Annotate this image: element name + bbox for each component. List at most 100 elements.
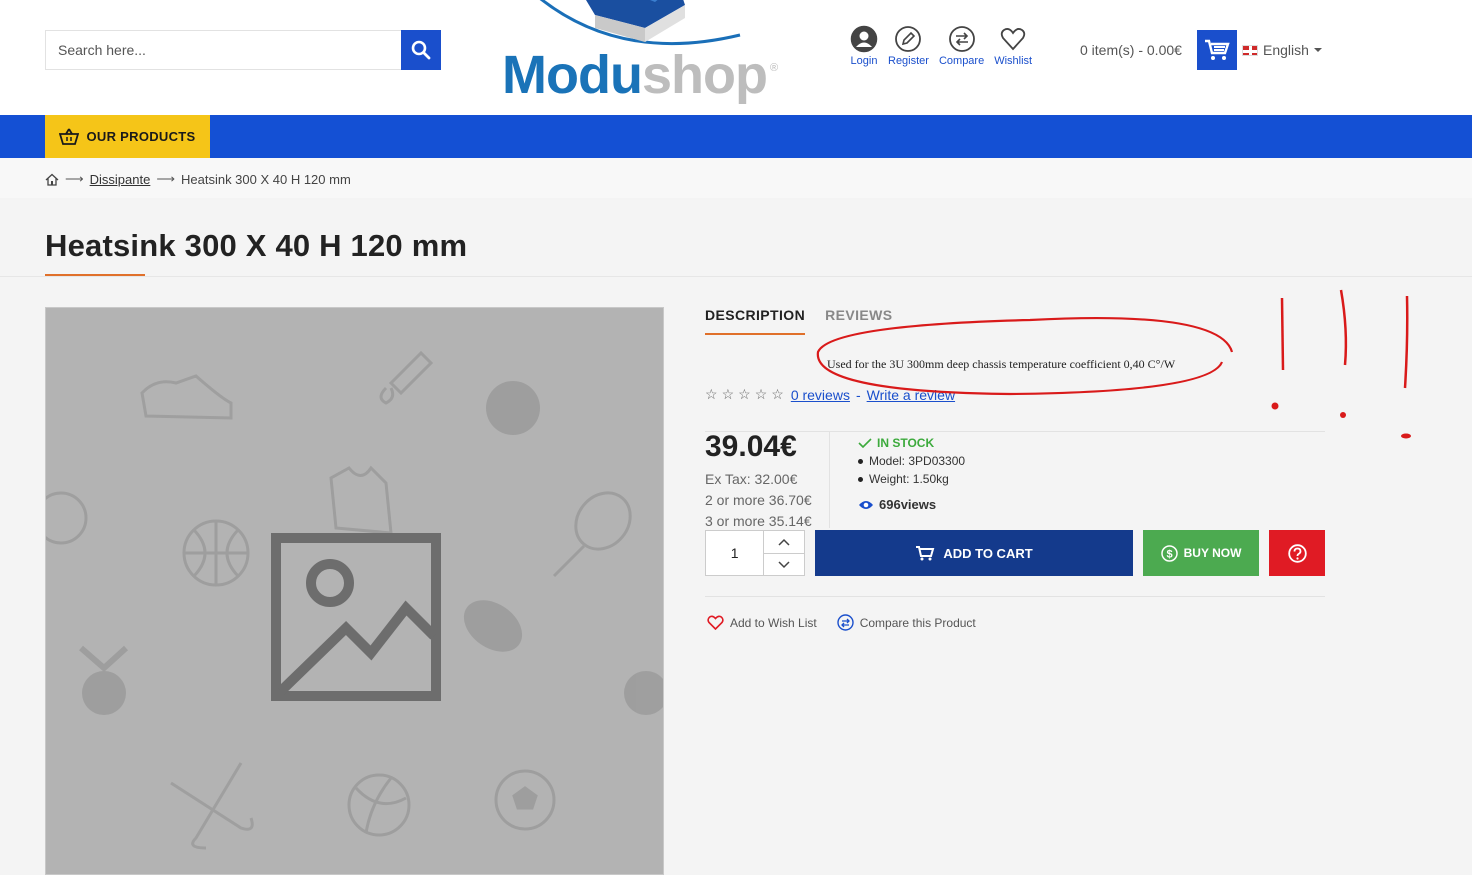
chevron-down-icon: [778, 560, 790, 568]
tab-reviews[interactable]: REVIEWS: [825, 307, 892, 335]
write-review-link[interactable]: Write a review: [867, 387, 955, 403]
compare-icon: [837, 614, 854, 631]
star-icon: ☆: [771, 386, 785, 402]
price-notes: Ex Tax: 32.00€ 2 or more 36.70€ 3 or mor…: [705, 469, 812, 532]
quantity-increase-button[interactable]: [764, 531, 804, 553]
account-links: Login Register Compare Wishlist: [850, 25, 1032, 67]
add-to-wishlist-link[interactable]: Add to Wish List: [707, 614, 817, 631]
logo-part-modu: Modu: [502, 45, 643, 105]
image-placeholder-icon: [271, 533, 441, 701]
breadcrumb-bar: ⟶ Dissipante ⟶ Heatsink 300 X 40 H 120 m…: [0, 158, 1472, 198]
add-to-cart-button[interactable]: ADD TO CART: [815, 530, 1133, 576]
compare-link[interactable]: Compare: [939, 25, 984, 67]
sports-pattern-placeholder: [46, 350, 663, 850]
star-icon: ☆: [721, 386, 736, 402]
reviews-link[interactable]: 0 reviews: [791, 387, 850, 403]
stock-label: IN STOCK: [877, 436, 935, 450]
check-icon: [858, 438, 872, 448]
bullet: [858, 458, 863, 464]
product-description: Used for the 3U 300mm deep chassis tempe…: [827, 357, 1176, 371]
product-price: 39.04€: [705, 430, 797, 463]
tab-description[interactable]: DESCRIPTION: [705, 307, 806, 335]
quantity-buttons: [764, 531, 804, 575]
main-navbar: OUR PRODUCTS: [0, 115, 1472, 158]
star-icon: ☆: [738, 386, 752, 402]
wishlist-link[interactable]: Wishlist: [994, 25, 1032, 67]
dollar-icon: $: [1160, 544, 1178, 562]
cart-icon: [916, 546, 935, 561]
product-extra-links: Add to Wish List Compare this Product: [707, 614, 976, 631]
breadcrumb: ⟶ Dissipante ⟶ Heatsink 300 X 40 H 120 m…: [45, 171, 351, 187]
cart-summary[interactable]: 0 item(s) - 0.00€: [1080, 42, 1182, 58]
quantity-decrease-button[interactable]: [764, 553, 804, 575]
model-row: Model: 3PD03300: [858, 452, 965, 470]
cart-button[interactable]: [1197, 30, 1237, 70]
stock-status: IN STOCK: [858, 434, 965, 452]
basket-icon: [59, 128, 80, 145]
home-icon[interactable]: [45, 173, 59, 186]
jersey-icon: [329, 465, 393, 535]
breadcrumb-current: Heatsink 300 X 40 H 120 mm: [180, 171, 351, 187]
logo-registered-mark: ®: [770, 62, 779, 74]
breadcrumb-category-link[interactable]: Dissipante: [90, 172, 151, 187]
heart-icon: [1000, 28, 1026, 51]
compare-label: Compare: [938, 55, 985, 67]
weight-row: Weight: 1.50kg: [858, 470, 965, 488]
title-underline: [45, 274, 145, 276]
site-logo[interactable]: Modushop ®: [495, 0, 795, 115]
buy-now-button[interactable]: $ BUY NOW: [1143, 530, 1259, 576]
bullet: [858, 476, 863, 482]
register-link[interactable]: Register: [888, 25, 929, 67]
racket-icon: [46, 491, 88, 545]
search-input[interactable]: [45, 30, 401, 70]
buy-now-label: BUY NOW: [1183, 546, 1242, 560]
price-discount-3: 3 or more 35.14€: [705, 513, 812, 529]
shoe-icon: [140, 374, 233, 420]
view-count: 696views: [858, 497, 936, 512]
page-title: Heatsink 300 X 40 H 120 mm: [45, 228, 468, 263]
search-bar: [45, 30, 441, 70]
chevron-down-icon: [1313, 48, 1322, 52]
annotation-exclamation-dot: [1401, 433, 1411, 439]
price-ex-tax: Ex Tax: 32.00€: [705, 471, 798, 487]
product-model: Model: 3PD03300: [869, 454, 966, 468]
football-icon: [463, 600, 523, 652]
product-weight: Weight: 1.50kg: [869, 472, 949, 486]
compare-product-link[interactable]: Compare this Product: [837, 614, 976, 631]
product-rating: ☆ ☆ ☆ ☆ ☆ 0 reviews - Write a review: [705, 386, 955, 403]
breadcrumb-arrow: ⟶: [65, 171, 84, 186]
annotation-exclamation-line: [1403, 295, 1409, 389]
hockey-sticks-icon: [170, 762, 254, 850]
quantity-input[interactable]: 1: [706, 531, 765, 575]
annotation-exclamation-dot: [1340, 412, 1346, 418]
compare-icon: [948, 26, 975, 52]
add-to-cart-label: ADD TO CART: [943, 545, 1033, 561]
question-icon: [1287, 543, 1307, 563]
pencil-icon: [895, 26, 922, 52]
eye-icon: [859, 500, 873, 509]
stock-info: IN STOCK Model: 3PD03300 Weight: 1.50kg: [858, 434, 965, 488]
wishlist-label: Wishlist: [994, 55, 1033, 67]
search-button[interactable]: [401, 30, 441, 70]
product-image-placeholder[interactable]: [45, 307, 664, 875]
user-icon: [850, 25, 878, 53]
annotation-exclamation-dot: [1271, 402, 1279, 410]
shuttlecock-icon: [379, 350, 434, 405]
divider: [705, 596, 1325, 597]
ask-question-button[interactable]: [1269, 530, 1325, 576]
our-products-menu[interactable]: OUR PRODUCTS: [45, 115, 210, 158]
rating-stars: ☆ ☆ ☆ ☆ ☆: [705, 386, 785, 403]
medal-icon: [82, 671, 126, 715]
login-link[interactable]: Login: [850, 25, 878, 67]
login-label: Login: [850, 55, 878, 67]
language-selector[interactable]: English: [1242, 42, 1322, 58]
search-icon: [411, 40, 431, 60]
heart-icon: [707, 615, 724, 630]
annotation-exclamation-line: [1280, 297, 1285, 371]
view-count-label: 696views: [879, 497, 937, 512]
annotation-exclamation-line: [1339, 289, 1348, 366]
logo-part-shop: shop: [641, 45, 768, 105]
volleyball-icon: [347, 773, 411, 837]
medal-icon: [624, 671, 663, 715]
logo-wordmark: Modushop: [502, 45, 768, 105]
